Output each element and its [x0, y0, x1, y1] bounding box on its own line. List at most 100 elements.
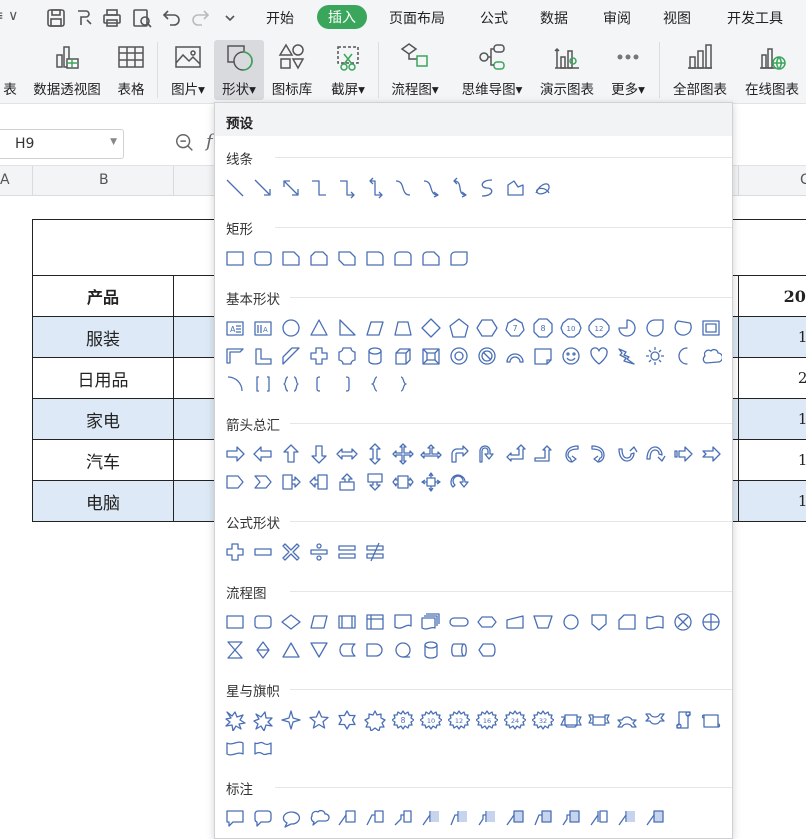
f-offpage-shape-icon[interactable] [588, 611, 610, 633]
f-or-shape-icon[interactable] [700, 611, 722, 633]
fold-shape-icon[interactable] [532, 345, 554, 367]
tab-layout[interactable]: 页面布局 [389, 8, 445, 28]
value-cell[interactable]: 12 [738, 480, 806, 522]
star6-shape-icon[interactable] [336, 709, 358, 731]
ribbon-curv-d-shape-icon[interactable] [644, 709, 666, 731]
vtext-shape-icon[interactable]: A [252, 317, 274, 339]
mult-shape-icon[interactable] [280, 541, 302, 563]
callout-l-r-shape-icon[interactable] [392, 471, 414, 493]
ribbon-u-shape-icon[interactable] [560, 709, 582, 731]
c-line1-shape-icon[interactable] [336, 807, 358, 829]
product-cell[interactable]: 服装 [32, 316, 174, 358]
format-painter-icon[interactable] [72, 6, 96, 30]
a-curved-l-shape-icon[interactable] [588, 443, 610, 465]
moon-shape-icon[interactable] [672, 345, 694, 367]
c-accent1-shape-icon[interactable] [616, 807, 638, 829]
a-l-up-shape-icon[interactable] [504, 443, 526, 465]
elbow-dbl-shape-icon[interactable] [364, 177, 386, 199]
f-process-shape-icon[interactable] [224, 611, 246, 633]
chord-shape-icon[interactable] [672, 317, 694, 339]
round-diag-shape-icon[interactable] [448, 247, 470, 269]
rbracket-shape-icon[interactable] [336, 373, 358, 395]
f-decision-shape-icon[interactable] [280, 611, 302, 633]
star4-shape-icon[interactable] [280, 709, 302, 731]
f-conn-shape-icon[interactable] [560, 611, 582, 633]
a-notched-r-shape-icon[interactable] [700, 443, 722, 465]
file-menu-partial[interactable]: ≡ ∨ [0, 8, 18, 24]
rbrace-shape-icon[interactable] [392, 373, 414, 395]
bevel-shape-icon[interactable] [420, 345, 442, 367]
tab-insert[interactable]: 插入 [317, 5, 367, 29]
noteq-shape-icon[interactable] [364, 541, 386, 563]
more-button[interactable]: 更多▾ [606, 40, 650, 100]
shape-button[interactable]: 形状▾ [214, 40, 264, 100]
picture-button[interactable]: 图片▾ [166, 40, 210, 100]
braces-shape-icon[interactable] [280, 373, 302, 395]
donut-shape-icon[interactable] [448, 345, 470, 367]
tab-view[interactable]: 视图 [663, 8, 691, 28]
snip1-shape-icon[interactable] [280, 247, 302, 269]
cube-shape-icon[interactable] [392, 345, 414, 367]
a-curved-r-shape-icon[interactable] [560, 443, 582, 465]
value-cell[interactable]: 13 [738, 439, 806, 481]
zoom-icon[interactable] [174, 132, 198, 156]
f-internal-shape-icon[interactable] [364, 611, 386, 633]
star-32-shape-icon[interactable]: 32 [532, 709, 554, 731]
circle-shape-icon[interactable] [280, 317, 302, 339]
round1-shape-icon[interactable] [364, 247, 386, 269]
f-prep-shape-icon[interactable] [476, 611, 498, 633]
arc-only-shape-icon[interactable] [224, 373, 246, 395]
star7-shape-icon[interactable] [364, 709, 386, 731]
value-cell[interactable]: 16 [738, 398, 806, 440]
c-line2-shape-icon[interactable] [364, 807, 386, 829]
f-mag-shape-icon[interactable] [420, 639, 442, 661]
s-curve-shape-icon[interactable] [476, 177, 498, 199]
arc-shape-icon[interactable] [504, 345, 526, 367]
a-curved-d-shape-icon[interactable] [644, 443, 666, 465]
freeform-shape-icon[interactable] [504, 177, 526, 199]
star-12-shape-icon[interactable]: 12 [448, 709, 470, 731]
c-r-rect-shape-icon[interactable] [252, 807, 274, 829]
callout-l-shape-icon[interactable] [308, 471, 330, 493]
bolt-shape-icon[interactable] [616, 345, 638, 367]
f-stored-shape-icon[interactable] [336, 639, 358, 661]
f-direct-shape-icon[interactable] [448, 639, 470, 661]
header-year-cell[interactable]: 201 [738, 275, 806, 317]
scribble-shape-icon[interactable] [532, 177, 554, 199]
rtri-shape-icon[interactable] [336, 317, 358, 339]
elbow-arr-shape-icon[interactable] [336, 177, 358, 199]
star-10-shape-icon[interactable]: 10 [420, 709, 442, 731]
c-oval-shape-icon[interactable] [280, 807, 302, 829]
c-line-only1-shape-icon[interactable] [588, 807, 610, 829]
elbow-shape-icon[interactable] [308, 177, 330, 199]
scroll-v-shape-icon[interactable] [672, 709, 694, 731]
pent-arrow-shape-icon[interactable] [224, 471, 246, 493]
f-sort-shape-icon[interactable] [252, 639, 274, 661]
f-card-shape-icon[interactable] [616, 611, 638, 633]
all-charts-button[interactable]: 全部图表 [669, 40, 731, 100]
a-quad-shape-icon[interactable] [392, 443, 414, 465]
star-24-shape-icon[interactable]: 24 [504, 709, 526, 731]
save-icon[interactable] [44, 6, 68, 30]
f-seq-shape-icon[interactable] [392, 639, 414, 661]
quick-access-dropdown-icon[interactable] [218, 6, 242, 30]
mindmap-button[interactable]: 思维导图▾ [456, 40, 528, 100]
name-box[interactable]: H9 ▼ [0, 129, 124, 159]
trap-shape-icon[interactable] [392, 317, 414, 339]
diamond-shape-icon[interactable] [420, 317, 442, 339]
ribbon-d-shape-icon[interactable] [588, 709, 610, 731]
redo-icon[interactable] [188, 6, 212, 30]
c-border3-shape-icon[interactable] [560, 807, 582, 829]
polygon-10-shape-icon[interactable]: 10 [560, 317, 582, 339]
f-display-shape-icon[interactable] [476, 639, 498, 661]
hex-shape-icon[interactable] [476, 317, 498, 339]
pivot-chart-button[interactable]: 数据透视图 [28, 40, 106, 100]
para-shape-icon[interactable] [364, 317, 386, 339]
curve-dbl-shape-icon[interactable] [448, 177, 470, 199]
a-bent-shape-icon[interactable] [448, 443, 470, 465]
sun-shape-icon[interactable] [644, 345, 666, 367]
lbracket-shape-icon[interactable] [308, 373, 330, 395]
undo-icon[interactable] [160, 6, 184, 30]
icon-library-button[interactable]: 图标库 [268, 40, 316, 100]
tab-formula[interactable]: 公式 [480, 8, 508, 28]
